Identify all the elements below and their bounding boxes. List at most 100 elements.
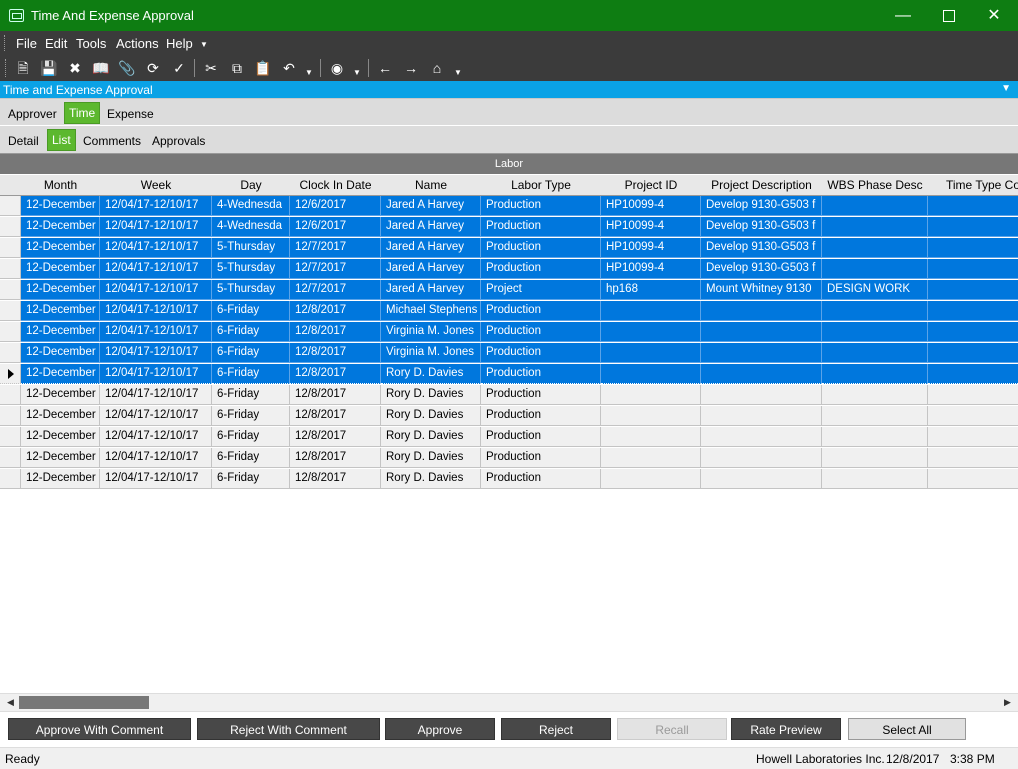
col-labor-type-cell[interactable]: Production xyxy=(481,469,601,489)
menu-help[interactable]: Help xyxy=(166,36,193,51)
col-project-id-cell[interactable] xyxy=(601,406,701,426)
col-clock-in-date-cell[interactable]: 12/8/2017 xyxy=(290,322,381,342)
table-row[interactable]: 12-December 12/04/17-12/10/17 6-Friday 12/8… xyxy=(0,427,1018,448)
col-project-id-cell[interactable] xyxy=(601,364,701,384)
find-dropdown-icon[interactable]: ▼ xyxy=(353,68,361,77)
col-project-description-cell[interactable] xyxy=(701,469,822,489)
row-selector[interactable] xyxy=(0,301,21,321)
col-wbs-phase-desc-cell[interactable] xyxy=(822,469,928,489)
col-project-description-cell[interactable]: Develop 9130-G503 f xyxy=(701,196,822,216)
col-wbs-phase-desc-cell[interactable]: DESIGN WORK xyxy=(822,280,928,300)
col-name-cell[interactable]: Jared A Harvey xyxy=(381,259,481,279)
table-row[interactable]: 12-December 12/04/17-12/10/17 4-Wednesda 12… xyxy=(0,217,1018,238)
scroll-left-icon[interactable]: ◀ xyxy=(2,694,19,711)
col-project-id-cell[interactable]: HP10099-4 xyxy=(601,238,701,258)
tab-time[interactable]: Time xyxy=(64,102,101,124)
col-time-type-cell[interactable] xyxy=(928,385,1018,405)
paste-icon[interactable]: 📋 xyxy=(254,59,272,77)
col-month-cell[interactable]: 12-December xyxy=(21,322,100,342)
tab-approver[interactable]: Approver xyxy=(4,104,61,124)
col-day-cell[interactable]: 5-Thursday xyxy=(212,238,290,258)
col-wbs-phase-desc-header[interactable]: WBS Phase Desc xyxy=(822,175,929,196)
menu-tools[interactable]: Tools xyxy=(76,36,106,51)
col-wbs-phase-desc-cell[interactable] xyxy=(822,301,928,321)
col-week-cell[interactable]: 12/04/17-12/10/17 xyxy=(100,385,212,405)
col-week-cell[interactable]: 12/04/17-12/10/17 xyxy=(100,343,212,363)
col-month-cell[interactable]: 12-December xyxy=(21,364,100,384)
row-selector[interactable] xyxy=(0,406,21,426)
table-row[interactable]: 12-December 12/04/17-12/10/17 6-Friday 12/8… xyxy=(0,364,1018,385)
col-project-id-cell[interactable] xyxy=(601,343,701,363)
col-name-cell[interactable]: Virginia M. Jones xyxy=(381,322,481,342)
col-project-id-cell[interactable] xyxy=(601,301,701,321)
col-name-cell[interactable]: Rory D. Davies xyxy=(381,427,481,447)
row-selector[interactable] xyxy=(0,196,21,216)
col-clock-in-date-cell[interactable]: 12/8/2017 xyxy=(290,469,381,489)
col-month-cell[interactable]: 12-December xyxy=(21,448,100,468)
col-project-description-cell[interactable]: Develop 9130-G503 f xyxy=(701,259,822,279)
col-week-cell[interactable]: 12/04/17-12/10/17 xyxy=(100,469,212,489)
col-month-cell[interactable]: 12-December xyxy=(21,238,100,258)
col-time-type-cell[interactable] xyxy=(928,238,1018,258)
col-day-cell[interactable]: 6-Friday xyxy=(212,385,290,405)
col-week-cell[interactable]: 12/04/17-12/10/17 xyxy=(100,427,212,447)
col-week-cell[interactable]: 12/04/17-12/10/17 xyxy=(100,448,212,468)
col-day-header[interactable]: Day xyxy=(212,175,291,196)
row-selector[interactable] xyxy=(0,364,21,384)
col-clock-in-date-cell[interactable]: 12/7/2017 xyxy=(290,259,381,279)
col-wbs-phase-desc-cell[interactable] xyxy=(822,196,928,216)
col-week-cell[interactable]: 12/04/17-12/10/17 xyxy=(100,406,212,426)
col-clock-in-date-cell[interactable]: 12/8/2017 xyxy=(290,427,381,447)
col-week-cell[interactable]: 12/04/17-12/10/17 xyxy=(100,322,212,342)
col-week-header[interactable]: Week xyxy=(100,175,213,196)
minimize-button[interactable]: — xyxy=(880,0,926,31)
menu-file[interactable]: File xyxy=(16,36,37,51)
col-name-cell[interactable]: Rory D. Davies xyxy=(381,469,481,489)
col-labor-type-cell[interactable]: Production xyxy=(481,448,601,468)
col-time-type-cell[interactable] xyxy=(928,343,1018,363)
col-labor-type-cell[interactable]: Project xyxy=(481,280,601,300)
col-labor-type-cell[interactable]: Production xyxy=(481,427,601,447)
col-wbs-phase-desc-cell[interactable] xyxy=(822,343,928,363)
col-wbs-phase-desc-cell[interactable] xyxy=(822,364,928,384)
menu-actions[interactable]: Actions xyxy=(116,36,159,51)
table-row[interactable]: 12-December 12/04/17-12/10/17 6-Friday 12/8… xyxy=(0,385,1018,406)
col-project-id-cell[interactable]: HP10099-4 xyxy=(601,196,701,216)
col-project-description-cell[interactable] xyxy=(701,343,822,363)
col-project-id-cell[interactable] xyxy=(601,322,701,342)
col-day-cell[interactable]: 4-Wednesda xyxy=(212,217,290,237)
tab-comments[interactable]: Comments xyxy=(79,131,145,151)
table-row[interactable]: 12-December 12/04/17-12/10/17 6-Friday 12/8… xyxy=(0,343,1018,364)
col-project-id-header[interactable]: Project ID xyxy=(601,175,702,196)
col-week-cell[interactable]: 12/04/17-12/10/17 xyxy=(100,217,212,237)
col-project-id-cell[interactable] xyxy=(601,448,701,468)
col-wbs-phase-desc-cell[interactable] xyxy=(822,385,928,405)
col-time-type-cell[interactable] xyxy=(928,322,1018,342)
col-project-description-cell[interactable]: Mount Whitney 9130 xyxy=(701,280,822,300)
col-name-cell[interactable]: Michael Stephens xyxy=(381,301,481,321)
col-clock-in-date-cell[interactable]: 12/8/2017 xyxy=(290,364,381,384)
col-day-cell[interactable]: 6-Friday xyxy=(212,406,290,426)
row-selector[interactable] xyxy=(0,385,21,405)
menu-edit[interactable]: Edit xyxy=(45,36,67,51)
reject-button[interactable]: Reject xyxy=(501,718,611,740)
col-project-description-cell[interactable] xyxy=(701,427,822,447)
col-name-header[interactable]: Name xyxy=(381,175,482,196)
col-month-cell[interactable]: 12-December xyxy=(21,427,100,447)
col-wbs-phase-desc-cell[interactable] xyxy=(822,322,928,342)
col-clock-in-date-cell[interactable]: 12/8/2017 xyxy=(290,406,381,426)
col-project-description-cell[interactable] xyxy=(701,364,822,384)
table-row[interactable]: 12-December 12/04/17-12/10/17 6-Friday 12/8… xyxy=(0,469,1018,490)
col-month-cell[interactable]: 12-December xyxy=(21,385,100,405)
col-project-id-cell[interactable]: HP10099-4 xyxy=(601,259,701,279)
tab-list[interactable]: List xyxy=(47,129,76,151)
col-clock-in-date-cell[interactable]: 12/6/2017 xyxy=(290,217,381,237)
col-day-cell[interactable]: 6-Friday xyxy=(212,469,290,489)
col-month-cell[interactable]: 12-December xyxy=(21,406,100,426)
col-labor-type-cell[interactable]: Production xyxy=(481,406,601,426)
col-labor-type-cell[interactable]: Production xyxy=(481,301,601,321)
col-name-cell[interactable]: Virginia M. Jones xyxy=(381,343,481,363)
col-clock-in-date-header[interactable]: Clock In Date xyxy=(290,175,382,196)
col-day-cell[interactable]: 5-Thursday xyxy=(212,259,290,279)
col-project-description-header[interactable]: Project Description xyxy=(701,175,823,196)
